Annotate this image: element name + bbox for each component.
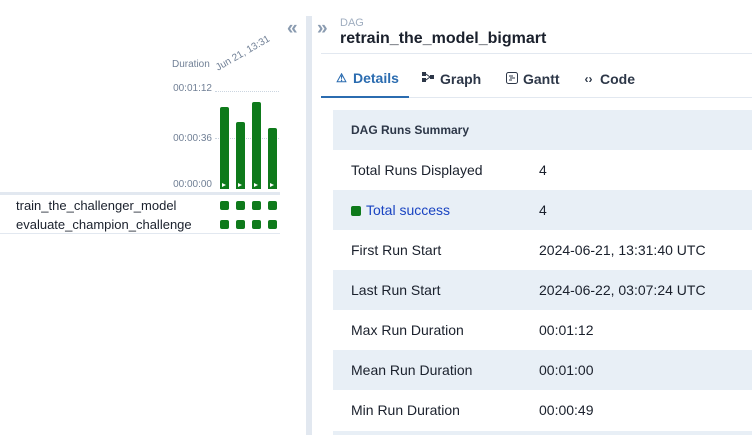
task-instance-cell[interactable] <box>252 220 261 229</box>
code-icon: ‹› <box>584 72 593 86</box>
gridline <box>215 91 279 92</box>
tab-code[interactable]: ‹› Code <box>582 60 636 98</box>
task-instance-cell[interactable] <box>268 201 277 210</box>
table-row: Mean Run Duration 00:01:00 <box>333 350 752 390</box>
table-row: Min Run Duration 00:00:49 <box>333 390 752 430</box>
summary-label: Total Runs Displayed <box>351 162 483 178</box>
duration-axis-label: Duration <box>172 59 210 70</box>
tab-bar: ⚠ Details Graph Gantt ‹› Code <box>321 60 752 98</box>
table-header-row: DAG Runs Summary <box>333 110 752 150</box>
details-panel: » DAG retrain_the_model_bigmart ⚠ Detail… <box>312 0 752 435</box>
summary-label: Last Run Start <box>333 270 539 310</box>
success-status-square <box>351 206 361 216</box>
tab-details[interactable]: ⚠ Details <box>321 60 409 98</box>
play-icon <box>222 183 226 187</box>
tab-label: Graph <box>440 71 482 87</box>
grid-panel: « Duration Jun 21, 13:31 00:01:12 00:00:… <box>0 0 306 435</box>
run-duration-bar[interactable] <box>220 107 229 189</box>
task-name[interactable]: train_the_challenger_model <box>16 198 176 213</box>
y-tick-mid: 00:00:36 <box>173 133 212 144</box>
tab-graph[interactable]: Graph <box>422 60 481 98</box>
y-tick-max: 00:01:12 <box>173 83 212 94</box>
summary-value: 00:01:12 <box>539 322 594 338</box>
table-row <box>333 431 752 435</box>
play-icon <box>270 183 274 187</box>
summary-value: 00:01:00 <box>539 350 752 390</box>
table-row: Total success 4 <box>333 190 752 230</box>
y-tick-zero: 00:00:00 <box>173 179 212 190</box>
summary-value: 4 <box>539 190 752 230</box>
gantt-icon <box>505 71 518 87</box>
tab-gantt[interactable]: Gantt <box>505 60 560 98</box>
play-icon <box>238 183 242 187</box>
tab-label: Details <box>353 70 399 86</box>
summary-label: Min Run Duration <box>351 402 460 418</box>
summary-label: Max Run Duration <box>351 322 464 338</box>
play-icon <box>254 183 258 187</box>
task-instance-cell[interactable] <box>220 220 229 229</box>
dag-runs-summary-table: DAG Runs Summary Total Runs Displayed 4 … <box>333 110 752 430</box>
table-row: Total Runs Displayed 4 <box>333 150 752 190</box>
graph-icon <box>422 72 435 86</box>
task-instance-cell[interactable] <box>252 201 261 210</box>
table-row: Last Run Start 2024-06-22, 03:07:24 UTC <box>333 270 752 310</box>
grid-axis-separator <box>0 192 280 195</box>
summary-value: 00:00:49 <box>539 402 594 418</box>
run-duration-bar[interactable] <box>268 128 277 189</box>
summary-value: 2024-06-21, 13:31:40 UTC <box>539 242 706 258</box>
table-row: Max Run Duration 00:01:12 <box>333 310 752 350</box>
task-instance-cell[interactable] <box>236 220 245 229</box>
warning-triangle-icon: ⚠ <box>336 71 347 85</box>
dag-title: retrain_the_model_bigmart <box>340 30 547 47</box>
task-row[interactable]: train_the_challenger_model <box>0 196 280 215</box>
summary-heading: DAG Runs Summary <box>333 110 752 150</box>
summary-label: First Run Start <box>351 242 442 258</box>
task-instance-cell[interactable] <box>236 201 245 210</box>
total-success-link[interactable]: Total success <box>333 190 539 230</box>
task-row[interactable]: evaluate_champion_challenge <box>0 215 280 234</box>
dag-kicker: DAG <box>340 17 364 29</box>
run-duration-bar[interactable] <box>236 122 245 189</box>
run-duration-bar[interactable] <box>252 102 261 189</box>
tab-label: Code <box>600 71 635 87</box>
airflow-dag-page: « Duration Jun 21, 13:31 00:01:12 00:00:… <box>0 0 752 435</box>
double-chevron-right-icon[interactable]: » <box>317 18 328 40</box>
table-row: First Run Start 2024-06-21, 13:31:40 UTC <box>333 230 752 270</box>
task-instance-cell[interactable] <box>220 201 229 210</box>
tab-label: Gantt <box>523 71 560 87</box>
task-instance-cell[interactable] <box>268 220 277 229</box>
header-divider <box>321 53 752 54</box>
double-chevron-left-icon[interactable]: « <box>287 18 298 40</box>
run-date-label: Jun 21, 13:31 <box>214 33 272 74</box>
summary-label[interactable]: Total success <box>366 202 450 218</box>
task-name[interactable]: evaluate_champion_challenge <box>16 217 192 232</box>
summary-value: 2024-06-22, 03:07:24 UTC <box>539 270 752 310</box>
summary-label: Mean Run Duration <box>333 350 539 390</box>
summary-value: 4 <box>539 162 547 178</box>
